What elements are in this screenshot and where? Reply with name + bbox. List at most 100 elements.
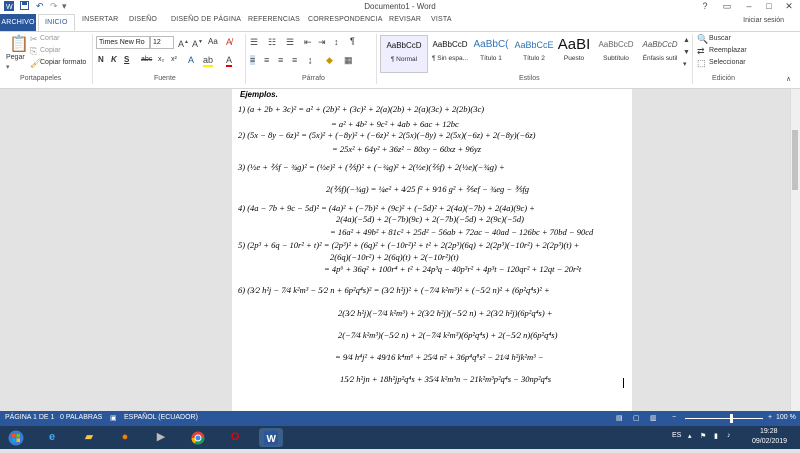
language[interactable]: ESPAÑOL (ECUADOR) [124, 414, 198, 421]
tab-page-layout[interactable]: DISEÑO DE PÁGINA [171, 16, 241, 23]
multilevel-list-icon[interactable]: ☰ [286, 37, 294, 47]
read-mode-icon[interactable]: ▤ [616, 414, 623, 422]
style-subtle-emphasis[interactable]: AaBbCcD Énfasis sutil [637, 35, 683, 71]
strikethrough-button[interactable]: abc [141, 56, 152, 63]
start-icon[interactable] [4, 428, 28, 447]
tab-design[interactable]: DISEÑO [129, 16, 157, 23]
file-explorer-icon[interactable]: ▰ [77, 428, 101, 447]
word-count[interactable]: 0 PALABRAS [60, 414, 102, 421]
tab-home[interactable]: INICIO [38, 14, 75, 31]
style-preview: AaBbC( [473, 39, 509, 50]
volume-icon[interactable]: ♪ [727, 432, 731, 439]
style-title[interactable]: AaBI Puesto [551, 35, 597, 71]
style-name: ¶ Sin espa... [431, 55, 468, 62]
clock-time[interactable]: 19:28 [760, 428, 778, 435]
collapse-ribbon-icon[interactable]: ∧ [786, 75, 791, 85]
ribbon-display-icon[interactable]: ▭ [716, 0, 738, 13]
paste-button[interactable]: Pegar [6, 54, 25, 61]
minimize-button[interactable]: – [738, 0, 760, 13]
sort-icon[interactable]: ↕ [334, 37, 339, 47]
format-painter-button[interactable]: Copiar formato [40, 59, 86, 66]
clear-format-icon[interactable]: A̸ [226, 37, 232, 47]
style-normal[interactable]: AaBbCcD ¶ Normal [380, 35, 428, 73]
print-layout-icon[interactable]: ▢ [633, 414, 640, 422]
shrink-font-icon[interactable]: A▼ [192, 37, 203, 49]
network-icon[interactable]: ▮ [714, 432, 718, 440]
replace-button[interactable]: Reemplazar [709, 47, 747, 54]
equation-line: 6) (3⁄2 h²j − 7⁄4 k²m³ − 5⁄2 n + 6p²q⁴s)… [238, 285, 550, 295]
text-effects-icon[interactable]: A [188, 55, 194, 65]
action-center-icon[interactable]: ⚑ [700, 432, 706, 440]
increase-indent-icon[interactable]: ⇥ [318, 37, 326, 47]
tab-view[interactable]: VISTA [431, 16, 452, 23]
grow-font-icon[interactable]: A▲ [178, 37, 189, 49]
style-heading-1[interactable]: AaBbC( Título 1 [468, 35, 514, 71]
input-language[interactable]: ES [672, 432, 681, 439]
title-bar: W ↶ ↷ ▾ Documento1 - Word ? ▭ – □ ✕ [0, 0, 800, 15]
align-center-icon[interactable]: ≡ [264, 55, 269, 65]
maximize-button[interactable]: □ [758, 0, 780, 13]
borders-icon[interactable]: ▦ [344, 55, 353, 65]
superscript-button[interactable]: x² [171, 56, 177, 63]
tab-references[interactable]: REFERENCIAS [248, 16, 300, 23]
tab-mailings[interactable]: CORRESPONDENCIA [308, 16, 383, 23]
styles-more-icon[interactable]: ▾ [683, 60, 687, 70]
help-button[interactable]: ? [694, 0, 716, 13]
window-title: Documento1 - Word [364, 2, 436, 11]
tab-file[interactable]: ARCHIVO [0, 14, 36, 31]
font-name-combo[interactable]: Times New Ro [96, 36, 150, 49]
justify-icon[interactable]: ≡ [292, 55, 297, 65]
clock-date[interactable]: 09/02/2019 [752, 438, 787, 445]
zoom-out-icon[interactable]: − [672, 414, 676, 421]
equation-line: = 25x² + 64y² + 36z² − 80xy − 60xz + 96y… [332, 144, 481, 154]
opera-icon[interactable]: O [223, 428, 247, 447]
font-size-combo[interactable]: 12 [150, 36, 174, 49]
internet-explorer-icon[interactable]: e [40, 428, 64, 447]
equation-line: = 16a² + 49b² + 81c² + 25d² − 56ab + 72a… [330, 227, 594, 237]
close-button[interactable]: ✕ [778, 0, 800, 13]
page-count[interactable]: PÁGINA 1 DE 1 [5, 414, 54, 421]
sign-in-link[interactable]: Iniciar sesión [743, 17, 784, 24]
zoom-slider-thumb[interactable] [730, 414, 733, 423]
equation-line: 2(⅖f)(−¾g) = ¼e² + 4⁄25 f² + 9⁄16 g² + ⅖… [326, 184, 530, 194]
align-right-icon[interactable]: ≡ [278, 55, 283, 65]
chrome-icon[interactable] [186, 428, 210, 447]
styles-scroll-up-icon[interactable]: ▲ [683, 36, 690, 46]
firefox-icon[interactable]: ● [113, 428, 137, 447]
align-left-icon[interactable]: ≡ [250, 55, 256, 65]
zoom-level[interactable]: 100 % [776, 414, 796, 421]
subscript-button[interactable]: x₂ [158, 56, 164, 63]
font-color-icon[interactable]: A [226, 55, 233, 67]
styles-scroll-down-icon[interactable]: ▼ [683, 48, 690, 58]
line-spacing-icon[interactable]: ↨ [308, 55, 313, 65]
style-preview: AaBbCcD [386, 41, 422, 50]
shading-icon[interactable]: ◆ [326, 55, 333, 65]
find-button[interactable]: Buscar [709, 35, 731, 42]
decrease-indent-icon[interactable]: ⇤ [304, 37, 312, 47]
tab-insert[interactable]: INSERTAR [82, 16, 118, 23]
cut-button[interactable]: Cortar [40, 35, 59, 42]
scrollbar-thumb[interactable] [792, 130, 798, 190]
paste-icon[interactable]: 📋 [9, 36, 29, 54]
change-case-button[interactable]: Aa [208, 37, 218, 46]
copy-button[interactable]: Copiar [40, 47, 61, 54]
show-formatting-marks-button[interactable]: ¶ [350, 36, 355, 46]
tab-review[interactable]: REVISAR [389, 16, 421, 23]
tray-arrow-icon[interactable]: ▴ [688, 432, 692, 440]
highlight-icon[interactable]: ab [203, 55, 214, 67]
word-taskbar-icon[interactable]: W [259, 428, 283, 447]
zoom-slider[interactable] [685, 418, 763, 419]
bold-button[interactable]: N [98, 55, 104, 64]
style-no-spacing[interactable]: AaBbCcD ¶ Sin espa... [427, 35, 473, 71]
numbering-icon[interactable]: ☷ [268, 37, 276, 47]
select-button[interactable]: Seleccionar [709, 59, 746, 66]
underline-button[interactable]: S [124, 55, 129, 64]
italic-button[interactable]: K [111, 55, 117, 64]
proofing-icon[interactable]: ▣ [110, 414, 117, 422]
zoom-in-icon[interactable]: + [768, 414, 772, 421]
style-subtitle[interactable]: AaBbCcD Subtítulo [593, 35, 639, 71]
paste-dropdown-icon[interactable]: ▾ [6, 63, 10, 71]
bullets-icon[interactable]: ☰ [250, 37, 258, 47]
media-player-icon[interactable]: ▶ [149, 428, 173, 447]
web-layout-icon[interactable]: ▥ [650, 414, 657, 422]
